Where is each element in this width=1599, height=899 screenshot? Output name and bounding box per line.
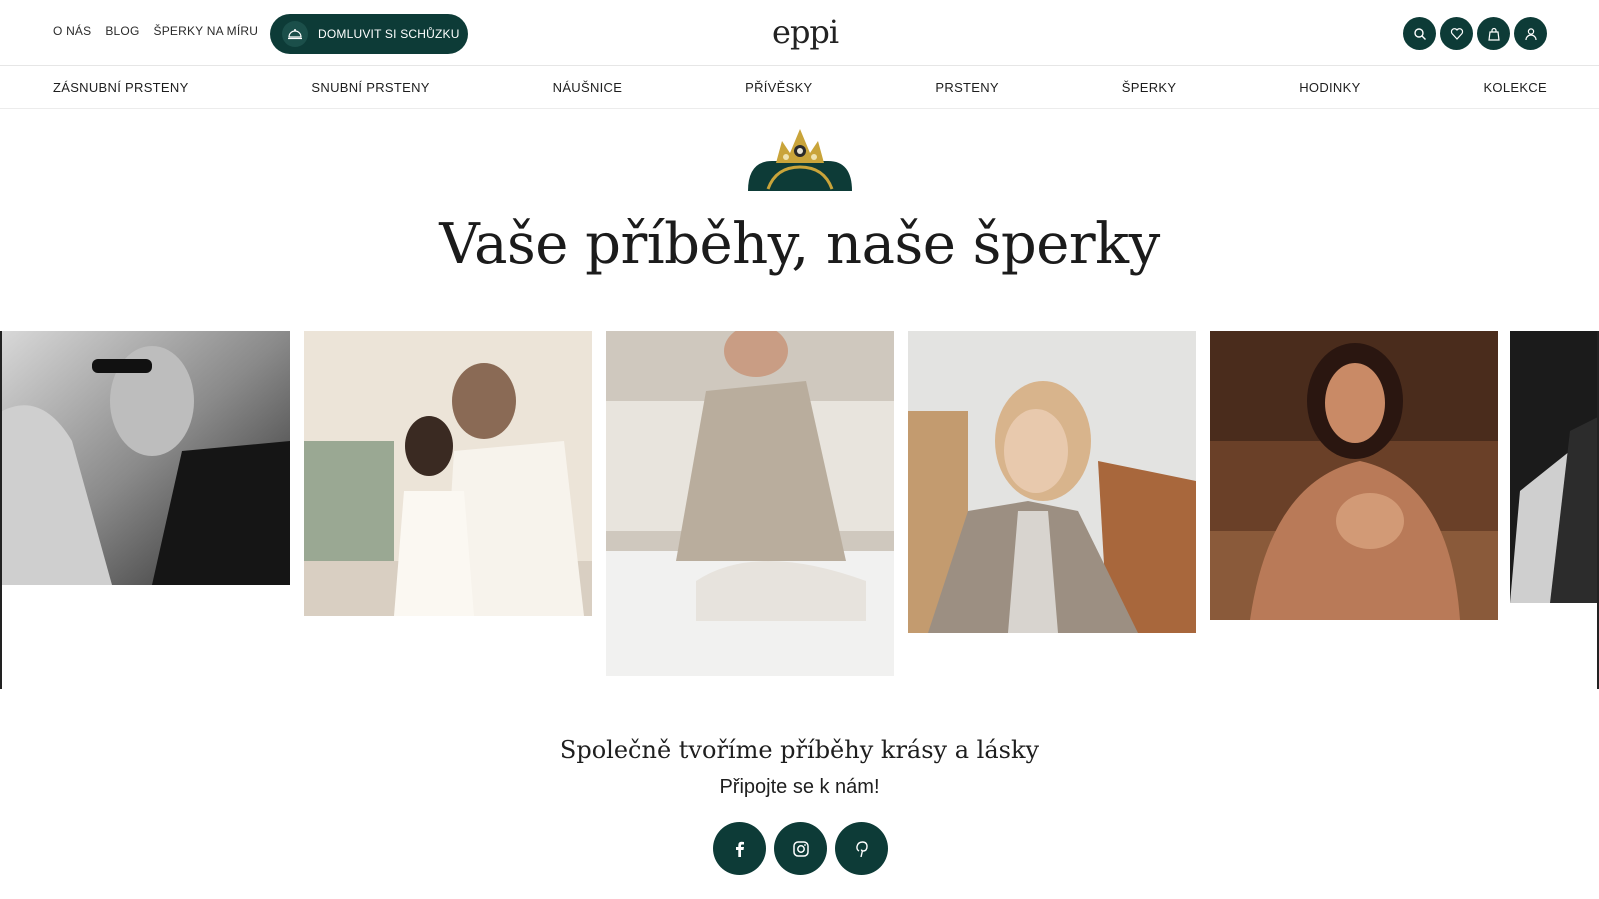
nav-item-wedding-rings[interactable]: SNUBNÍ PRSTENY [311,80,429,95]
bag-icon[interactable] [1477,17,1510,50]
nav-item-engagement-rings[interactable]: ZÁSNUBNÍ PRSTENY [53,80,189,95]
gallery-photo[interactable] [1510,331,1599,603]
user-icon[interactable] [1514,17,1547,50]
service-bell-icon [282,21,308,47]
story-gallery [0,331,1599,689]
nav-item-pendants[interactable]: PŘÍVĚSKY [745,80,812,95]
gallery-photo[interactable] [304,331,592,616]
nav-item-rings[interactable]: PRSTENY [935,80,999,95]
link-custom-jewelry[interactable]: ŠPERKY NA MÍRU [154,24,259,38]
social-links [713,822,888,875]
gallery-photo[interactable] [1210,331,1498,620]
page-title: Vaše příběhy, naše šperky [439,212,1160,277]
top-bar: O NÁS BLOG ŠPERKY NA MÍRU DOMLUVIT SI SC… [0,0,1599,66]
header-icons [1403,17,1547,50]
gallery-photo[interactable] [908,331,1196,633]
ring-crest-icon [746,127,854,198]
search-icon[interactable] [1403,17,1436,50]
facebook-icon[interactable] [713,822,766,875]
main-nav: ZÁSNUBNÍ PRSTENY SNUBNÍ PRSTENY NÁUŠNICE… [53,66,1547,108]
link-blog[interactable]: BLOG [105,24,139,38]
gallery-photo[interactable] [2,331,290,585]
book-appointment-button[interactable]: DOMLUVIT SI SCHŮZKU [270,14,468,54]
nav-item-watches[interactable]: HODINKY [1299,80,1360,95]
heart-icon[interactable] [1440,17,1473,50]
nav-item-earrings[interactable]: NÁUŠNICE [553,80,623,95]
book-appointment-label: DOMLUVIT SI SCHŮZKU [318,27,460,41]
section-subtitle: Společně tvoříme příběhy krásy a lásky [559,736,1040,764]
logo[interactable]: eppi [772,14,839,50]
pinterest-icon[interactable] [835,822,888,875]
nav-divider [0,108,1599,109]
instagram-icon[interactable] [774,822,827,875]
top-links: O NÁS BLOG ŠPERKY NA MÍRU [53,24,258,38]
link-about[interactable]: O NÁS [53,24,91,38]
join-us-text: Připojte se k nám! [719,776,880,798]
nav-item-collections[interactable]: KOLEKCE [1483,80,1547,95]
gallery-photo[interactable] [606,331,894,676]
nav-item-jewelry[interactable]: ŠPERKY [1122,80,1177,95]
